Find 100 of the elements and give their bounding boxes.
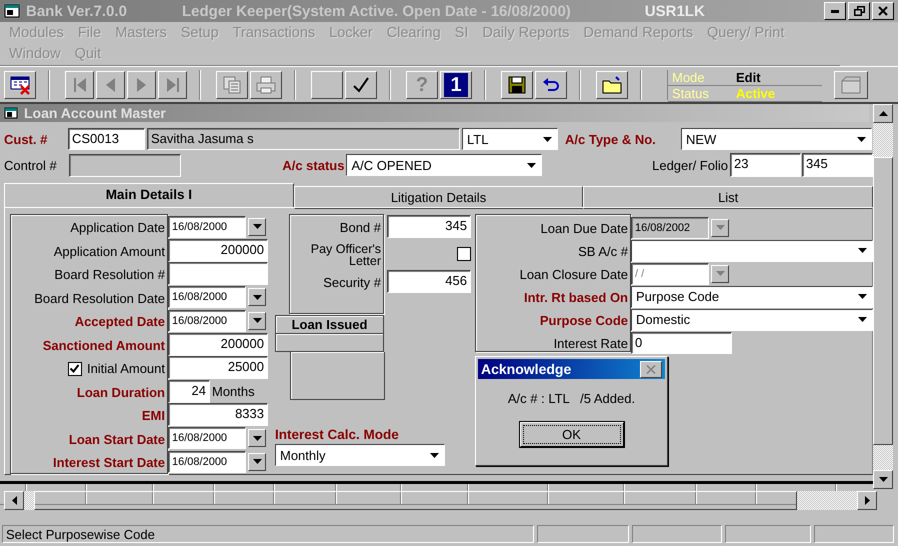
scroll-track[interactable] bbox=[24, 491, 34, 510]
bond-number-field[interactable]: 345 bbox=[387, 215, 471, 238]
dropdown[interactable] bbox=[631, 240, 873, 262]
tab[interactable]: Main Details I bbox=[4, 183, 294, 208]
toolbar-button[interactable] bbox=[216, 70, 248, 98]
field-label: Bond # bbox=[340, 220, 381, 236]
caret-left-icon bbox=[12, 496, 16, 505]
date-field[interactable]: 16/08/2000 bbox=[168, 310, 246, 332]
caret-down-icon bbox=[878, 477, 888, 482]
field-label: Application Date bbox=[70, 220, 166, 236]
toolbar-button[interactable]: 1 bbox=[440, 70, 472, 98]
toolbar-button[interactable] bbox=[596, 70, 628, 98]
field-label: Interest Rate bbox=[554, 336, 628, 351]
amount-field[interactable]: 200000 bbox=[168, 238, 268, 262]
amount-field[interactable]: 8333 bbox=[168, 403, 268, 426]
mode-value: Edit bbox=[730, 70, 822, 86]
amount-field[interactable]: 200000 bbox=[168, 332, 268, 356]
field-label: A/c status bbox=[281, 158, 346, 172]
caret-down-icon bbox=[716, 225, 724, 230]
toolbar-button[interactable] bbox=[65, 70, 94, 98]
folio-field[interactable]: 345 bbox=[802, 153, 873, 177]
first-record-icon bbox=[74, 78, 86, 92]
user-name: USR1LK bbox=[644, 2, 705, 20]
interest-mode-dropdown[interactable]: Monthly bbox=[275, 444, 445, 466]
account-number-dropdown[interactable]: NEW bbox=[681, 128, 872, 150]
tab[interactable]: List bbox=[583, 186, 874, 209]
caret-down-icon bbox=[527, 162, 536, 168]
ok-button[interactable]: OK bbox=[520, 422, 624, 447]
security-number-field[interactable]: 456 bbox=[387, 270, 471, 293]
field-label: Sanctioned Amount bbox=[42, 338, 166, 353]
toolbar-button[interactable] bbox=[127, 70, 156, 98]
date-field[interactable]: 16/08/2000 bbox=[168, 427, 246, 450]
window-icon bbox=[4, 4, 20, 18]
restore-icon bbox=[854, 6, 864, 16]
caret-down-icon bbox=[716, 271, 724, 276]
group-title: Loan Issued bbox=[276, 316, 383, 334]
amount-field[interactable]: 25000 bbox=[168, 356, 268, 380]
field-label: Board Resolution Date bbox=[34, 290, 166, 306]
child-window-title: Loan Account Master bbox=[24, 105, 166, 121]
caret-up-icon bbox=[878, 111, 888, 116]
amount-field[interactable] bbox=[168, 262, 268, 286]
scroll-right-button[interactable] bbox=[857, 491, 877, 510]
vertical-scrollbar[interactable] bbox=[873, 104, 893, 489]
checkbox[interactable] bbox=[457, 247, 471, 261]
caret-down-icon bbox=[430, 452, 439, 458]
dropdown[interactable]: Purpose Code bbox=[631, 286, 873, 308]
field-label: Initial Amount bbox=[86, 361, 166, 376]
app-title: Bank Ver.7.0.0 bbox=[26, 2, 128, 20]
field-label: Cust. # bbox=[3, 132, 48, 146]
date-field[interactable]: 16/08/2000 bbox=[168, 216, 246, 238]
field-label: Intr. Rt based On bbox=[524, 290, 628, 305]
checkbox[interactable] bbox=[68, 362, 82, 376]
toolbar-button[interactable] bbox=[158, 70, 187, 98]
dropdown[interactable]: Domestic bbox=[631, 308, 873, 330]
scroll-down-button[interactable] bbox=[873, 470, 893, 489]
field-label: Security # bbox=[323, 274, 381, 290]
field-label: Board Resolution # bbox=[54, 267, 166, 282]
toolbar-button[interactable] bbox=[311, 70, 343, 98]
dialog-title: Acknowledge bbox=[481, 361, 572, 377]
customer-code-field[interactable]: CS0013 bbox=[68, 128, 145, 150]
scroll-up-button[interactable] bbox=[873, 104, 893, 123]
scroll-thumb[interactable] bbox=[873, 157, 893, 445]
caret-down-icon bbox=[858, 317, 867, 322]
toolbar-button[interactable] bbox=[345, 70, 377, 98]
field-label: Purpose Code bbox=[540, 313, 628, 328]
caret-down-icon bbox=[858, 248, 867, 253]
field-label: Loan Closure Date bbox=[520, 267, 628, 282]
toolbar-button[interactable] bbox=[535, 70, 567, 98]
account-type-dropdown[interactable]: LTL bbox=[462, 128, 558, 150]
scroll-left-button[interactable] bbox=[4, 491, 24, 510]
field-label: Loan Start Date bbox=[68, 432, 166, 447]
mode-label: Mode bbox=[668, 70, 730, 86]
control-number-field[interactable] bbox=[68, 154, 181, 176]
account-status-dropdown[interactable]: A/C OPENED bbox=[346, 154, 542, 176]
toolbar-button[interactable] bbox=[834, 70, 868, 98]
toolbar-button[interactable] bbox=[250, 70, 282, 98]
restore-button[interactable] bbox=[848, 2, 870, 20]
date-field[interactable]: 16/08/2000 bbox=[168, 286, 246, 308]
toolbar-button[interactable] bbox=[4, 70, 36, 98]
date-field[interactable]: 16/08/2000 bbox=[168, 450, 246, 473]
close-button[interactable] bbox=[640, 360, 662, 378]
close-button[interactable] bbox=[872, 2, 894, 20]
close-icon bbox=[646, 364, 656, 374]
next-record-icon bbox=[137, 78, 146, 92]
tab[interactable]: Litigation Details bbox=[294, 186, 584, 209]
dropdown-button[interactable] bbox=[248, 429, 266, 448]
dropdown-button[interactable] bbox=[248, 218, 266, 236]
dropdown-button[interactable] bbox=[248, 288, 266, 306]
ledger-field[interactable]: 23 bbox=[730, 153, 801, 177]
toolbar-button[interactable] bbox=[96, 70, 125, 98]
caret-down-icon bbox=[252, 436, 262, 441]
customer-name-field[interactable]: Savitha Jasuma s bbox=[147, 128, 460, 150]
duration-field[interactable]: 24 bbox=[168, 380, 210, 403]
caret-down-icon bbox=[252, 318, 262, 324]
dropdown-button[interactable] bbox=[248, 312, 266, 330]
field-label: Interest Start Date bbox=[53, 455, 166, 470]
toolbar-button[interactable] bbox=[501, 70, 533, 98]
minimize-button[interactable] bbox=[824, 2, 846, 20]
dropdown-button[interactable] bbox=[248, 452, 266, 471]
interest-rate-field[interactable]: 0 bbox=[631, 332, 732, 354]
